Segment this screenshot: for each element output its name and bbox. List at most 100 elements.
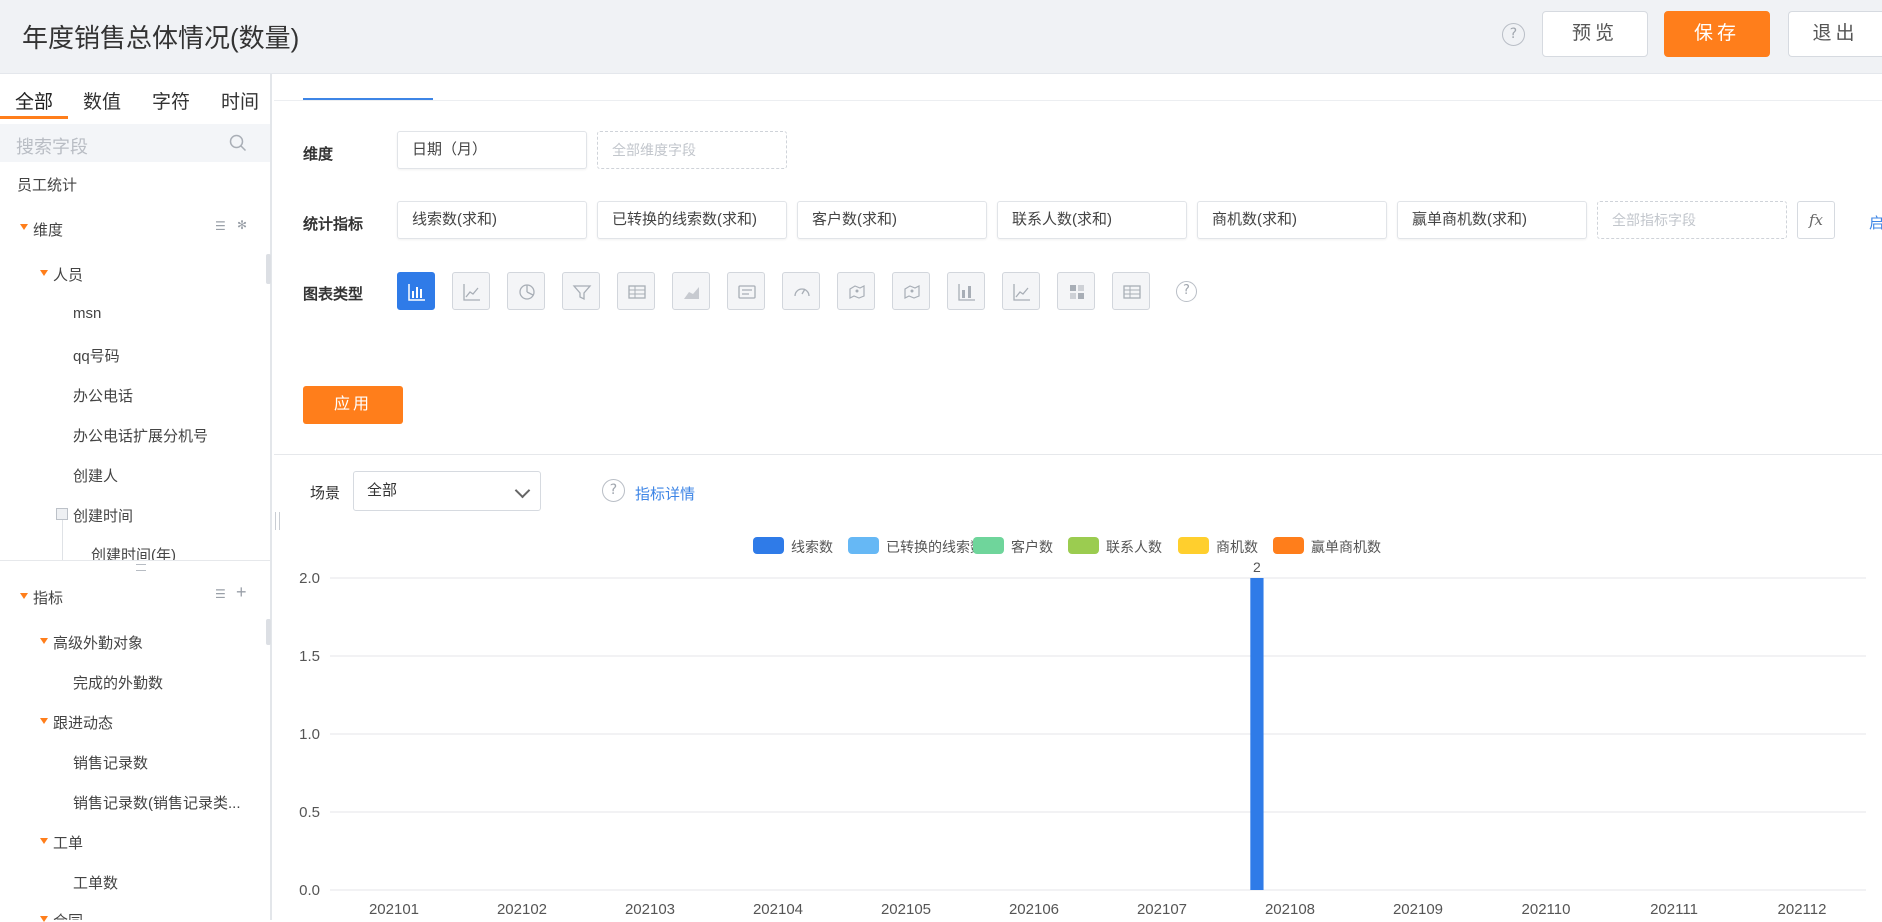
- y-tick-label: 0.5: [299, 804, 320, 821]
- field-item[interactable]: 办公电话扩展分机号: [73, 425, 208, 446]
- metric-group[interactable]: 合同: [53, 910, 83, 920]
- metric-chip[interactable]: 联系人数(求和): [997, 201, 1187, 239]
- exit-button[interactable]: 退出: [1788, 11, 1882, 57]
- metric-chip[interactable]: 赢单商机数(求和): [1397, 201, 1587, 239]
- chart-type-pivot-table[interactable]: [1112, 272, 1150, 310]
- field-item[interactable]: 办公电话: [73, 385, 133, 406]
- help-icon[interactable]: ?: [1502, 23, 1525, 46]
- metric-group[interactable]: 高级外勤对象: [53, 632, 143, 653]
- caret-down-icon[interactable]: [40, 916, 48, 922]
- metric-chip[interactable]: 商机数(求和): [1197, 201, 1387, 239]
- tab-numeric[interactable]: 数值: [83, 87, 121, 114]
- area-chart-icon: [684, 287, 699, 299]
- sort-icon[interactable]: ☰: [215, 219, 226, 233]
- dimension-subgroup[interactable]: 人员: [53, 264, 83, 285]
- group-title: 员工统计: [17, 177, 78, 194]
- help-icon[interactable]: ?: [1176, 281, 1197, 302]
- caret-down-icon[interactable]: [40, 718, 48, 724]
- map-chart-icon: [849, 285, 865, 299]
- field-item[interactable]: 工单数: [73, 872, 118, 893]
- tab-string[interactable]: 字符: [152, 87, 190, 114]
- x-tick-label: 202112: [1778, 901, 1827, 918]
- metric-chip[interactable]: 已转换的线索数(求和): [597, 201, 787, 239]
- caret-down-icon[interactable]: [20, 593, 28, 599]
- formula-button[interactable]: fx: [1797, 201, 1835, 239]
- gear-icon[interactable]: ✻: [237, 218, 247, 232]
- stacked-bar-icon: [958, 284, 975, 301]
- metric-chip[interactable]: 线索数(求和): [397, 201, 587, 239]
- metric-node[interactable]: 指标: [33, 587, 63, 608]
- dimension-label: 维度: [303, 146, 334, 163]
- save-button[interactable]: 保存: [1664, 11, 1770, 57]
- bar-chart: 0.0 0.5 1.0 1.5 2.0 202101 202102 202103 202104 2…: [299, 559, 1866, 918]
- plus-icon[interactable]: +: [236, 582, 247, 603]
- x-tick-label: 202104: [753, 901, 803, 918]
- scene-select[interactable]: 全部: [353, 471, 541, 511]
- chevron-down-icon: [514, 482, 531, 499]
- chart-type-dual-axis-line[interactable]: [1002, 272, 1040, 310]
- chart-type-gauge-chart[interactable]: [782, 272, 820, 310]
- page-title: 年度销售总体情况(数量): [22, 23, 300, 53]
- help-icon[interactable]: ?: [602, 479, 625, 502]
- card-chart-icon: [738, 285, 756, 299]
- metric-group[interactable]: 跟进动态: [53, 712, 113, 733]
- search-placeholder: 搜索字段: [16, 137, 88, 157]
- dimension-chip[interactable]: 日期（月）: [397, 131, 587, 169]
- dimension-drop-zone[interactable]: 全部维度字段: [597, 131, 787, 169]
- pane-divider[interactable]: [0, 560, 270, 561]
- active-tab-indicator: [0, 116, 68, 119]
- tree-scrollbar[interactable]: [266, 619, 271, 645]
- search-input[interactable]: 搜索字段: [0, 124, 270, 162]
- time-field-node[interactable]: 创建时间: [73, 505, 133, 526]
- chart-type-table-chart[interactable]: [617, 272, 655, 310]
- dimension-node[interactable]: 维度: [33, 219, 63, 240]
- metric-drop-zone[interactable]: 全部指标字段: [1597, 201, 1787, 239]
- metric-group[interactable]: 工单: [53, 832, 83, 853]
- field-item[interactable]: 创建人: [73, 465, 118, 486]
- apply-button[interactable]: 应用: [303, 386, 403, 424]
- metric-detail-link[interactable]: 指标详情: [635, 483, 695, 504]
- y-tick-label: 1.5: [299, 648, 320, 665]
- truncated-link[interactable]: 启: [1869, 212, 1882, 233]
- chart-type-scatter-map[interactable]: [892, 272, 930, 310]
- chart-type-pie-chart[interactable]: [507, 272, 545, 310]
- chart-type-line-chart[interactable]: [452, 272, 490, 310]
- pie-chart-icon: [519, 284, 535, 300]
- tab-all[interactable]: 全部: [15, 87, 53, 114]
- collapse-icon[interactable]: [56, 508, 68, 520]
- chart-type-card-chart[interactable]: [727, 272, 765, 310]
- top-header: 年度销售总体情况(数量) ? 预览 保存 退出: [0, 0, 1882, 74]
- chart-type-heatmap-chart[interactable]: [1057, 272, 1095, 310]
- dual-axis-line-icon: [1013, 284, 1030, 301]
- chart-type-area-chart[interactable]: [672, 272, 710, 310]
- sort-icon[interactable]: ☰: [215, 587, 226, 601]
- caret-down-icon[interactable]: [40, 638, 48, 644]
- tab-time[interactable]: 时间: [221, 87, 259, 114]
- line-chart-icon: [463, 284, 480, 301]
- caret-down-icon[interactable]: [20, 224, 28, 230]
- chart-type-map-chart[interactable]: [837, 272, 875, 310]
- metric-chip[interactable]: 客户数(求和): [797, 201, 987, 239]
- chart-type-stacked-bar[interactable]: [947, 272, 985, 310]
- metric-label: 统计指标: [303, 216, 364, 233]
- chart-type-bar-chart[interactable]: [397, 272, 435, 310]
- x-tick-label: 202108: [1265, 901, 1315, 918]
- chart-type-funnel-chart[interactable]: [562, 272, 600, 310]
- tab-bar-rule: [274, 100, 1882, 101]
- preview-button[interactable]: 预览: [1542, 11, 1648, 57]
- field-item[interactable]: msn: [73, 305, 101, 322]
- field-item[interactable]: 创建时间(年): [91, 544, 176, 560]
- chart-type-label: 图表类型: [303, 286, 364, 303]
- x-tick-label: 202110: [1522, 901, 1571, 918]
- field-item[interactable]: qq号码: [73, 345, 120, 366]
- drag-handle-icon[interactable]: [136, 564, 146, 571]
- tree-scrollbar[interactable]: [266, 254, 271, 284]
- caret-down-icon[interactable]: [40, 270, 48, 276]
- search-icon[interactable]: [229, 134, 247, 152]
- field-item[interactable]: 销售记录数(销售记录类...: [73, 792, 241, 813]
- y-tick-label: 2.0: [299, 570, 320, 587]
- scene-label: 场景: [310, 485, 341, 502]
- caret-down-icon[interactable]: [40, 838, 48, 844]
- field-item[interactable]: 完成的外勤数: [73, 672, 163, 693]
- field-item[interactable]: 销售记录数: [73, 752, 148, 773]
